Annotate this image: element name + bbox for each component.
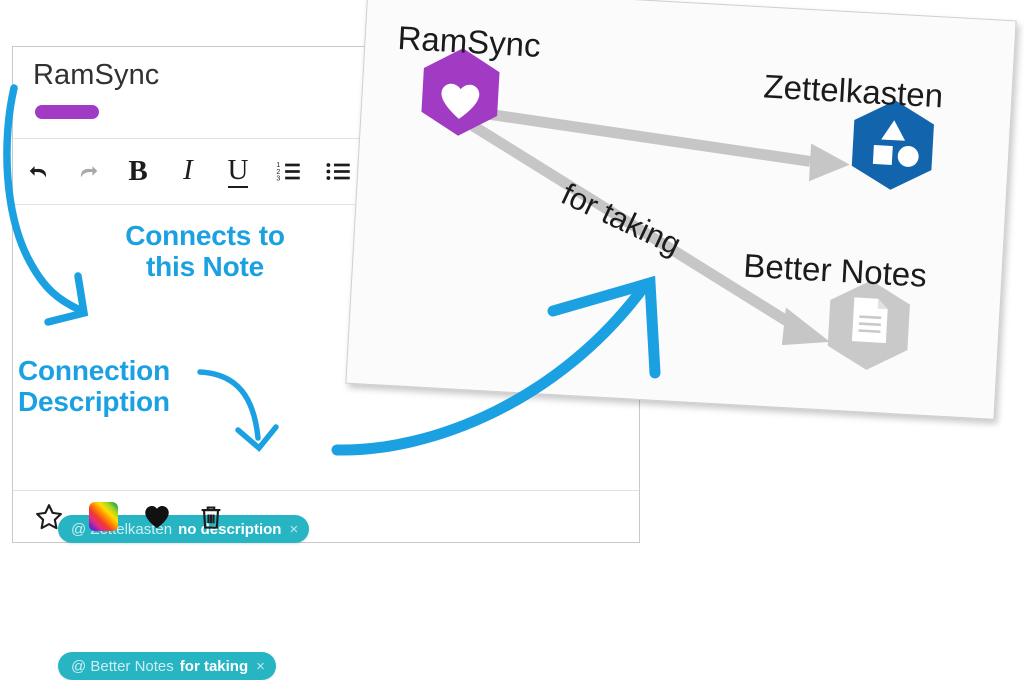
close-icon[interactable]: ×	[256, 659, 265, 674]
annotation-connects-line-2: this Note	[146, 251, 264, 283]
annotation-connection-description: Connection Description	[18, 355, 233, 418]
connection-target-label: @ Better Notes	[71, 657, 174, 675]
annotation-connects-line-1: Connects to	[125, 220, 285, 251]
bold-button[interactable]: B	[113, 147, 163, 197]
favorite-button[interactable]	[33, 501, 65, 533]
heart-filled-icon	[145, 505, 169, 528]
annotation-connects-to-note: Connects to this Note	[92, 220, 318, 283]
undo-button[interactable]	[13, 147, 63, 197]
graph-edge-ramsync-zettelkasten	[480, 107, 850, 182]
delete-button[interactable]	[195, 501, 227, 533]
ordered-list-button[interactable]: 1 2 3	[263, 147, 313, 197]
svg-text:3: 3	[276, 175, 280, 182]
annotation-description-line-2: Description	[18, 386, 170, 418]
note-title[interactable]: RamSync	[33, 59, 159, 92]
connection-description-label: for taking	[179, 657, 249, 675]
underline-button[interactable]: U	[213, 147, 263, 197]
trash-icon	[201, 505, 221, 529]
redo-button[interactable]	[63, 147, 113, 197]
connection-tag-better-notes[interactable]: @ Better Notes for taking ×	[58, 652, 276, 680]
annotation-description-line-1: Connection	[18, 355, 170, 386]
italic-button[interactable]: I	[163, 147, 213, 197]
graph-canvas	[421, 48, 934, 370]
color-swatch-icon	[88, 502, 118, 531]
note-color-bar[interactable]	[35, 105, 99, 119]
note-action-bar	[13, 490, 639, 542]
italic-label: I	[183, 154, 193, 186]
underline-label: U	[227, 153, 249, 188]
like-button[interactable]	[141, 501, 173, 533]
graph-node-label-ramsync[interactable]: RamSync	[397, 19, 542, 65]
bold-label: B	[128, 155, 148, 187]
star-outline-icon	[36, 503, 62, 529]
graph-preview-panel[interactable]: RamSync Zettelkasten Better Notes for ta…	[345, 0, 1017, 420]
color-picker-button[interactable]	[87, 501, 119, 533]
